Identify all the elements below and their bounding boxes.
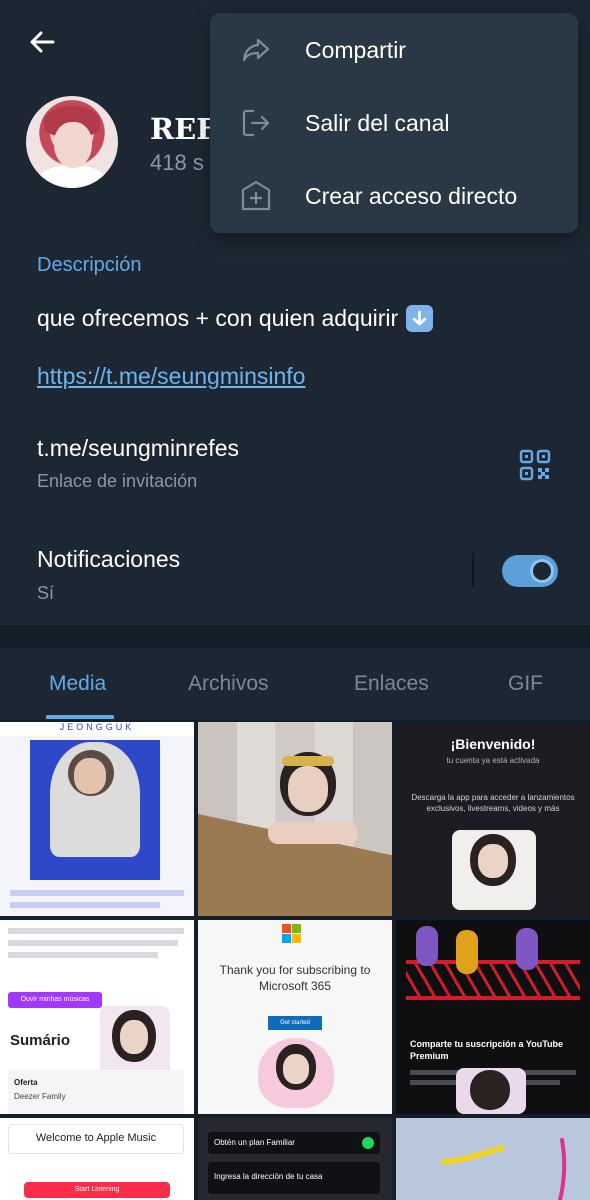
invite-link[interactable]: t.me/seungminrefes [37, 435, 239, 462]
thumb7-button: Start Listening [24, 1182, 170, 1198]
media-thumbnail[interactable] [198, 722, 392, 916]
thumb4-heading: Sumário [10, 1032, 71, 1049]
leave-icon [242, 109, 270, 137]
back-arrow-icon [30, 31, 55, 53]
thumb7-title: Welcome to Apple Music [35, 1132, 157, 1144]
active-tab-indicator [46, 715, 114, 719]
toggle-knob [530, 559, 554, 583]
thumb4-button: Ouvir minhas músicas [8, 992, 102, 1008]
description-text: que ofrecemos + con quien adquirir [37, 305, 434, 332]
media-thumbnail[interactable]: Obtén un plan Familiar Ingresa la direcc… [198, 1118, 392, 1200]
thumb3-body: Descarga la app para acceder a lanzamien… [411, 793, 575, 813]
subscriber-count: 418 s [150, 150, 204, 175]
media-grid: JEONGGUK ONLY PRIV JEONGGUK ¡Bienvenido!… [0, 722, 590, 1200]
channel-options-menu: Compartir Salir del canal Crear acceso d… [210, 13, 578, 233]
tab-media[interactable]: Media [49, 672, 106, 696]
thumb9-illustration [441, 1138, 567, 1200]
tab-links[interactable]: Enlaces [354, 672, 429, 696]
invite-link-label: Enlace de invitación [37, 471, 198, 491]
media-thumbnail[interactable]: Comparte tu suscripción a YouTube Premiu… [396, 920, 590, 1114]
thumb4-value: Deezer Family [14, 1092, 66, 1101]
channel-avatar[interactable] [26, 96, 118, 188]
media-thumbnail[interactable]: Ouvir minhas músicas Sumário Oferta Deez… [0, 920, 194, 1114]
qr-code-icon[interactable] [518, 448, 552, 482]
media-thumbnail[interactable]: JEONGGUK ONLY PRIV JEONGGUK [0, 722, 194, 916]
media-tabs: Media Archivos Enlaces GIF [0, 648, 590, 720]
tab-files[interactable]: Archivos [188, 672, 269, 696]
thumb1-line: ONLY PRIV JEONGGUK [46, 870, 148, 880]
tab-gif[interactable]: GIF [508, 672, 543, 696]
thumb5-title: Thank you for subscribing to Microsoft 3… [219, 963, 371, 993]
description-link[interactable]: https://t.me/seungminsinfo [37, 363, 305, 390]
notifications-title[interactable]: Notificaciones [37, 546, 180, 573]
media-thumbnail[interactable]: ¡Bienvenido! tu cuenta ya está activada … [396, 722, 590, 916]
media-thumbnail[interactable]: Thank you for subscribing to Microsoft 3… [198, 920, 392, 1114]
thumb3-sub: tu cuenta ya está activada [446, 756, 540, 765]
menu-item-leave-label: Salir del canal [305, 109, 450, 136]
thumb5-button: Get started [268, 1016, 322, 1030]
thumb4-label: Oferta [14, 1078, 38, 1087]
menu-item-shortcut-label: Crear acceso directo [305, 182, 518, 209]
channel-name: REF [150, 112, 217, 146]
channel-info-panel: Descripción que ofrecemos + con quien ad… [0, 245, 590, 625]
description-heading: Descripción [37, 254, 142, 276]
menu-item-share-label: Compartir [305, 36, 406, 63]
thumb8-step2: Ingresa la dirección de tu casa [214, 1172, 323, 1181]
add-shortcut-icon [241, 180, 271, 211]
back-button[interactable] [22, 22, 62, 62]
thumb6-title: Comparte tu suscripción a YouTube Premiu… [410, 1039, 564, 1061]
menu-item-share[interactable]: Compartir [210, 13, 578, 87]
notifications-status: Sí [37, 583, 55, 603]
media-thumbnail[interactable] [396, 1118, 590, 1200]
down-arrow-emoji-icon [406, 305, 434, 332]
menu-item-leave-channel[interactable]: Salir del canal [210, 86, 578, 160]
menu-item-create-shortcut[interactable]: Crear acceso directo [210, 159, 578, 233]
thumb3-title: ¡Bienvenido! [450, 736, 536, 752]
share-icon [242, 38, 270, 62]
thumb1-title: JEONGGUK [0, 722, 194, 736]
media-thumbnail[interactable]: Welcome to Apple Music Start Listening [0, 1118, 194, 1200]
notifications-toggle[interactable] [502, 555, 558, 587]
description-text-content: que ofrecemos + con quien adquirir [37, 305, 399, 331]
notifications-divider [472, 553, 474, 587]
thumb8-step1: Obtén un plan Familiar [214, 1138, 295, 1147]
